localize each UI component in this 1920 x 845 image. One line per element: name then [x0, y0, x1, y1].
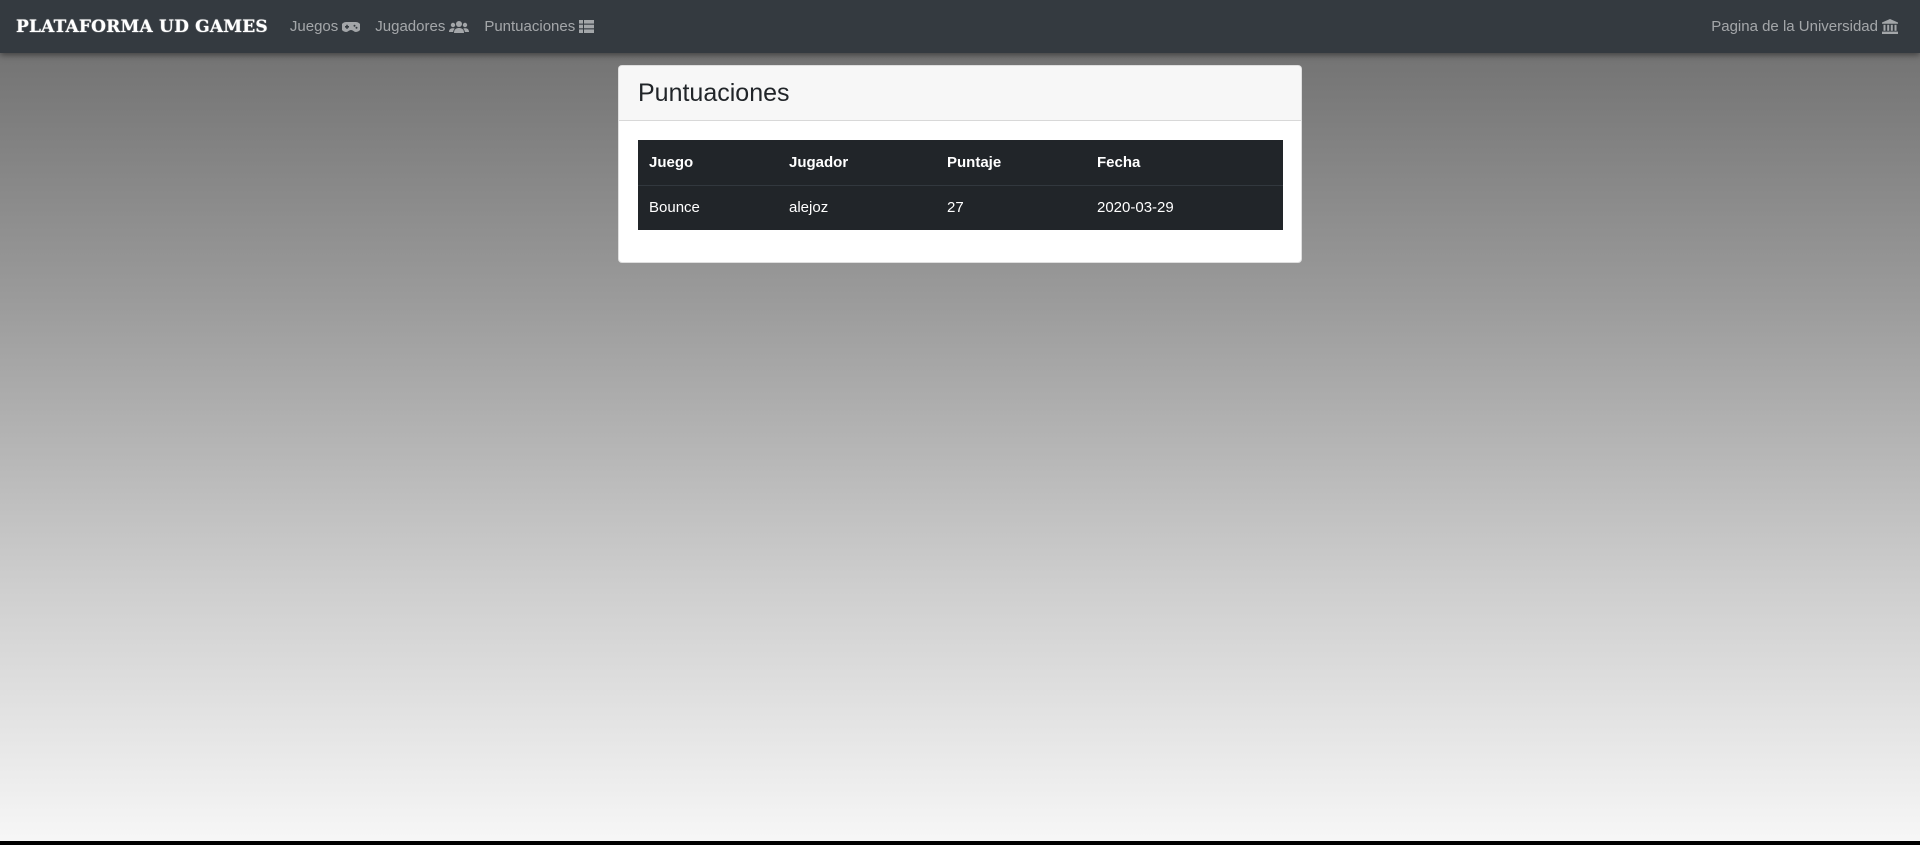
nav-link-label: Puntuaciones [484, 18, 576, 35]
nav-link-jugadores[interactable]: Jugadores [375, 18, 470, 35]
gamepad-icon [342, 21, 361, 32]
list-icon [579, 20, 595, 33]
column-header-fecha: Fecha [1086, 140, 1283, 186]
navbar: PLATAFORMA UD GAMES Juegos Jugadores Pun… [0, 0, 1920, 53]
cell-puntaje: 27 [947, 199, 964, 217]
university-icon [1882, 19, 1898, 34]
card-body: Juego Jugador Puntaje Fecha Bounce alejo… [619, 121, 1301, 249]
nav-link-juegos[interactable]: Juegos [289, 18, 361, 35]
scores-card: Puntuaciones Juego Jugador Puntaje Fecha… [618, 65, 1302, 263]
nav-link-puntuaciones[interactable]: Puntuaciones [484, 18, 595, 35]
table-header-row: Juego Jugador Puntaje Fecha [638, 140, 1283, 186]
nav-link-label: Juegos [289, 18, 339, 35]
nav-link-label: Pagina de la Universidad [1711, 18, 1878, 35]
nav-link-universidad[interactable]: Pagina de la Universidad [1711, 18, 1898, 35]
users-icon [449, 20, 470, 33]
column-header-juego: Juego [638, 140, 778, 186]
page-title: Puntuaciones [638, 79, 790, 107]
bottom-border [0, 841, 1920, 845]
cell-fecha: 2020-03-29 [1097, 199, 1174, 217]
nav-link-label: Jugadores [375, 18, 446, 35]
scores-table: Juego Jugador Puntaje Fecha Bounce alejo… [638, 140, 1283, 230]
cell-juego: Bounce [649, 199, 700, 217]
column-header-puntaje: Puntaje [936, 140, 1086, 186]
column-header-jugador: Jugador [778, 140, 936, 186]
table-row: Bounce alejoz 27 2020-03-29 [638, 185, 1283, 230]
cell-jugador: alejoz [789, 199, 829, 217]
card-header: Puntuaciones [619, 66, 1301, 121]
brand-logo[interactable]: PLATAFORMA UD GAMES [16, 17, 268, 37]
